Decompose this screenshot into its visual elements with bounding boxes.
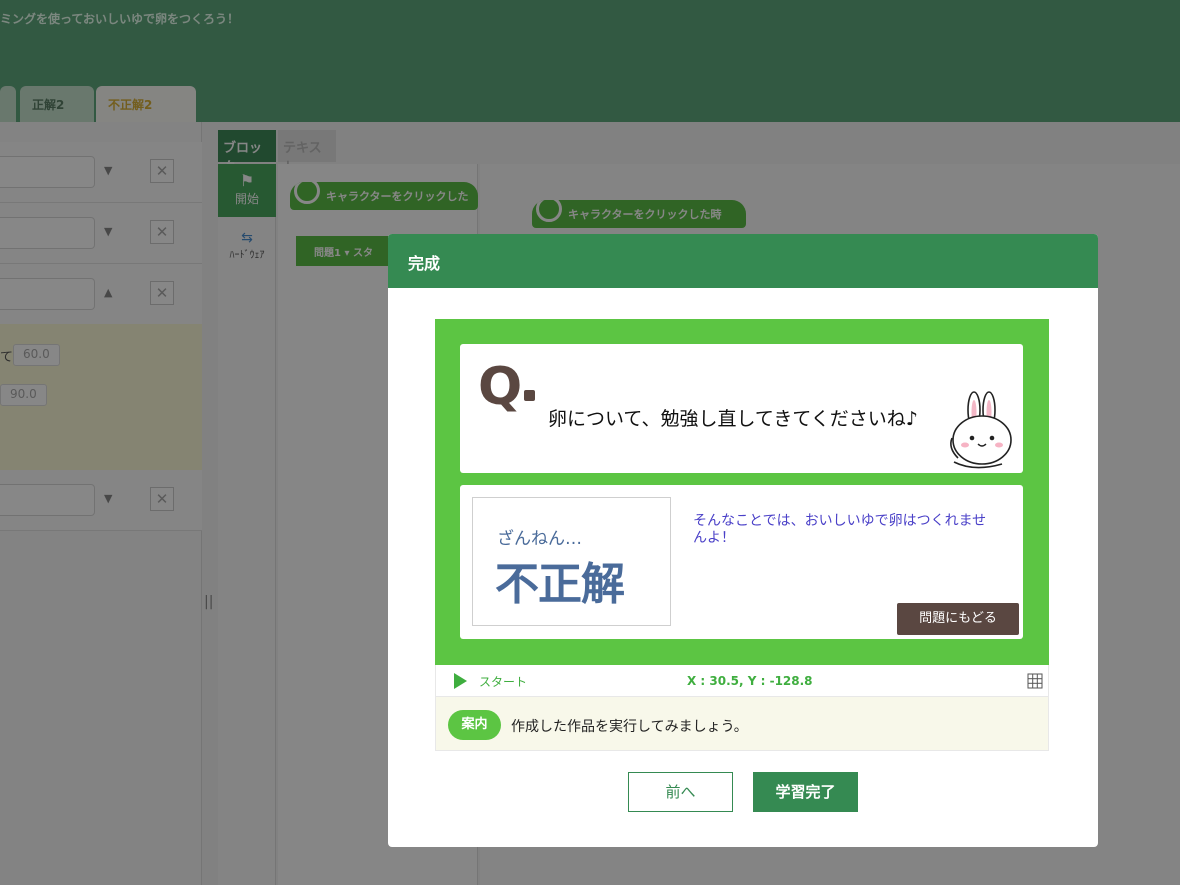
verdict-subtext: ざんねん… xyxy=(497,529,582,549)
verdict-label: 不正解 xyxy=(495,559,625,610)
question-card: Q 卵について、勉強し直してきてくださいね♪ xyxy=(460,344,1023,473)
answer-message: そんなことでは、おいしいゆで卵はつくれませんよ！ xyxy=(693,513,987,546)
question-text: 卵について、勉強し直してきてくださいね♪ xyxy=(548,408,918,430)
run-toolbar: スタート X : 30.5, Y : -128.8 xyxy=(435,665,1049,697)
play-icon[interactable] xyxy=(454,673,467,689)
guide-bar: 案内 作成した作品を実行してみましょう。 xyxy=(435,697,1049,751)
question-dot xyxy=(524,390,535,401)
stage-screen[interactable]: Q 卵について、勉強し直してきてくださいね♪ ざんねん… 不正解 そんなことでは… xyxy=(435,319,1049,665)
question-mark: Q xyxy=(478,357,523,417)
answer-card: ざんねん… 不正解 そんなことでは、おいしいゆで卵はつくれませんよ！ 問題にもど… xyxy=(460,485,1023,639)
dialog-title: 完成 xyxy=(388,234,1098,288)
verdict-box: ざんねん… 不正解 xyxy=(472,497,671,626)
guide-text: 作成した作品を実行してみましょう。 xyxy=(511,719,748,735)
previous-button[interactable]: 前へ xyxy=(628,772,733,812)
grid-icon[interactable] xyxy=(1027,673,1043,689)
cursor-coordinates: X : 30.5, Y : -128.8 xyxy=(687,674,813,688)
guide-badge: 案内 xyxy=(448,710,501,740)
complete-learning-button[interactable]: 学習完了 xyxy=(753,772,858,812)
bunny-character-icon xyxy=(950,391,1012,469)
completion-dialog: 完成 Q 卵について、勉強し直してきてくださいね♪ ざんねん… 不正解 そんなこ… xyxy=(388,234,1098,847)
back-to-question-button[interactable]: 問題にもどる xyxy=(897,603,1019,635)
start-button[interactable]: スタート xyxy=(479,673,527,690)
